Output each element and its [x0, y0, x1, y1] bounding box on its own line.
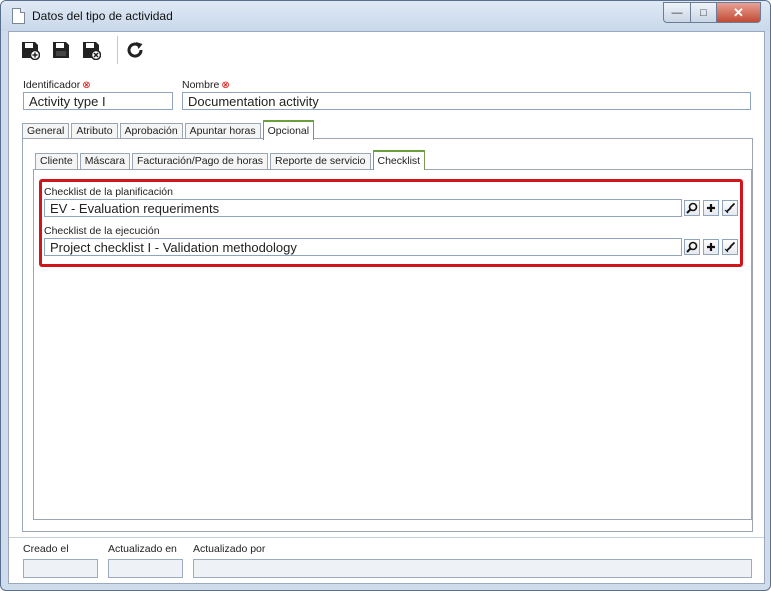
subtab-reporte-servicio[interactable]: Reporte de servicio: [270, 153, 371, 169]
subtab-facturacion[interactable]: Facturación/Pago de horas: [131, 153, 269, 169]
subtab-checklist[interactable]: Checklist: [372, 150, 426, 170]
dialog-content: Identificador ⊗ Activity type I Nombre ⊗ D…: [8, 31, 765, 584]
refresh-button[interactable]: [123, 38, 147, 62]
required-icon: ⊗: [82, 80, 91, 91]
updated-label: Actualizado en: [108, 543, 177, 555]
subtab-cliente[interactable]: Cliente: [35, 153, 78, 169]
save-new-icon: [22, 42, 40, 60]
name-label: Nombre ⊗: [182, 79, 230, 91]
maximize-button[interactable]: □: [691, 2, 717, 23]
save-close-button[interactable]: [79, 38, 103, 62]
subtab-mascara[interactable]: Máscara: [79, 153, 130, 169]
audit-footer: Creado el Actualizado en Actualizado por: [9, 537, 764, 584]
updated-by-field: [193, 559, 752, 578]
tab-opcional[interactable]: Opcional: [262, 120, 315, 140]
tab-aprobacion[interactable]: Aprobación: [119, 123, 183, 139]
required-icon: ⊗: [221, 80, 230, 91]
sub-tabs: Cliente Máscara Facturación/Pago de hora…: [35, 150, 427, 170]
tab-atributo[interactable]: Atributo: [71, 123, 118, 139]
refresh-icon: [127, 42, 143, 58]
identifier-label: Identificador ⊗: [23, 79, 91, 91]
dialog-window: Datos del tipo de actividad — □ ✕ Identi…: [0, 0, 771, 591]
tab-general[interactable]: General: [22, 123, 70, 139]
name-input[interactable]: Documentation activity: [182, 92, 751, 110]
checklist-highlight-box: [39, 179, 743, 267]
minimize-button[interactable]: —: [663, 2, 691, 23]
title-bar[interactable]: Datos del tipo de actividad — □ ✕: [1, 1, 770, 31]
tab-apuntar-horas[interactable]: Apuntar horas: [184, 123, 261, 139]
main-tabs: General Atributo Aprobación Apuntar hora…: [22, 120, 316, 140]
close-button[interactable]: ✕: [717, 2, 761, 23]
created-field: [23, 559, 98, 578]
updated-by-label: Actualizado por: [193, 543, 266, 555]
save-button[interactable]: [49, 38, 73, 62]
minimize-icon: —: [671, 6, 683, 19]
save-close-icon: [83, 42, 101, 60]
save-icon: [53, 42, 69, 58]
updated-field: [108, 559, 183, 578]
window-title: Datos del tipo de actividad: [32, 9, 173, 23]
save-new-button[interactable]: [18, 38, 42, 62]
document-icon: [12, 8, 25, 24]
toolbar-separator: [117, 36, 118, 64]
close-icon: ✕: [733, 4, 744, 20]
maximize-icon: □: [700, 6, 707, 19]
identifier-input[interactable]: Activity type I: [23, 92, 173, 110]
toolbar: [9, 32, 764, 70]
created-label: Creado el: [23, 543, 69, 555]
